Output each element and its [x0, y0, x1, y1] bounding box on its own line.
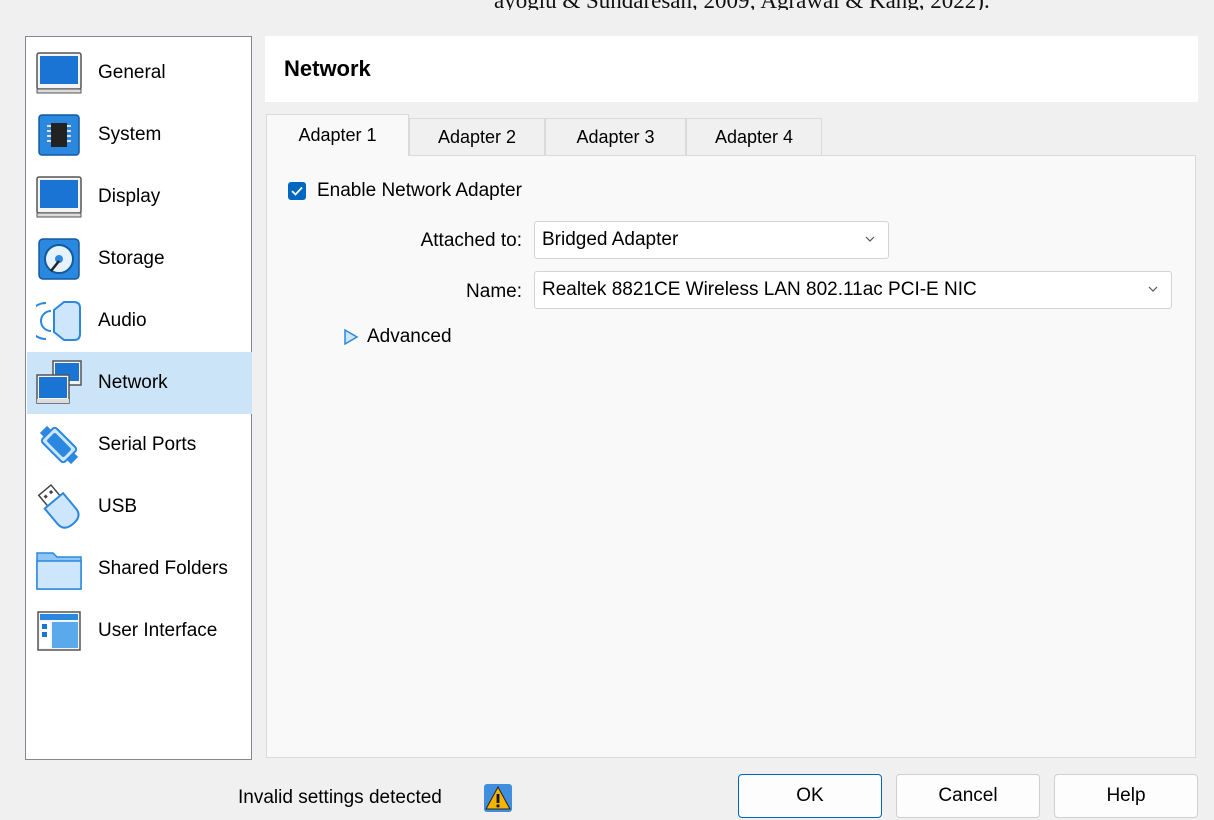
ok-button[interactable]: OK	[738, 774, 882, 818]
sidebar-item-general[interactable]: General	[27, 42, 252, 104]
sidebar-item-label: User Interface	[98, 620, 218, 641]
attached-to-label: Attached to:	[420, 230, 522, 251]
enable-adapter-checkbox[interactable]	[288, 182, 306, 200]
serial-port-icon	[34, 420, 84, 470]
sidebar-item-label: System	[98, 124, 162, 145]
tab-adapter-3[interactable]: Adapter 3	[545, 118, 686, 156]
advanced-label: Advanced	[367, 326, 452, 347]
general-monitor-icon	[34, 48, 84, 98]
enable-adapter-label: Enable Network Adapter	[317, 180, 522, 201]
expand-triangle-icon	[344, 328, 359, 346]
user-interface-icon	[34, 606, 84, 656]
sidebar-item-user-interface[interactable]: User Interface	[27, 600, 252, 662]
attached-to-value: Bridged Adapter	[542, 229, 679, 250]
sidebar-item-serial-ports[interactable]: Serial Ports	[27, 414, 252, 476]
sidebar-item-label: Serial Ports	[98, 434, 197, 455]
storage-disk-icon	[34, 234, 84, 284]
chevron-down-icon	[1148, 286, 1158, 292]
sidebar-item-network[interactable]: Network	[27, 352, 252, 414]
sidebar-item-label: Storage	[98, 248, 165, 269]
sidebar-item-audio[interactable]: Audio	[27, 290, 252, 352]
adapter-tabs: Adapter 1 Adapter 2 Adapter 3 Adapter 4	[266, 114, 822, 156]
sidebar-item-system[interactable]: System	[27, 104, 252, 166]
page-header: Network	[265, 36, 1198, 102]
folder-icon	[34, 544, 84, 594]
sidebar-item-label: Display	[98, 186, 161, 207]
settings-sidebar[interactable]: General System Display Storage Audio Net…	[25, 36, 252, 760]
system-chip-icon	[34, 110, 84, 160]
sidebar-item-usb[interactable]: USB	[27, 476, 252, 538]
advanced-expander[interactable]: Advanced	[343, 326, 452, 348]
sidebar-item-label: General	[98, 62, 166, 83]
tab-adapter-1[interactable]: Adapter 1	[266, 114, 409, 156]
attached-to-select[interactable]: Bridged Adapter	[534, 221, 889, 259]
sidebar-item-display[interactable]: Display	[27, 166, 252, 228]
invalid-settings-status: Invalid settings detected	[238, 787, 442, 808]
sidebar-item-label: Audio	[98, 310, 147, 331]
help-button[interactable]: Help	[1054, 774, 1198, 818]
adapter-name-value: Realtek 8821CE Wireless LAN 802.11ac PCI…	[542, 279, 977, 300]
sidebar-item-label: Network	[98, 372, 168, 393]
checkmark-icon	[291, 186, 303, 196]
tab-adapter-4[interactable]: Adapter 4	[686, 118, 822, 156]
cancel-button[interactable]: Cancel	[896, 774, 1040, 818]
warning-icon[interactable]	[484, 784, 512, 812]
display-monitor-icon	[34, 172, 84, 222]
usb-plug-icon	[34, 482, 84, 532]
audio-speaker-icon	[34, 296, 84, 346]
sidebar-item-label: Shared Folders	[98, 558, 228, 579]
sidebar-item-label: USB	[98, 496, 138, 517]
sidebar-item-shared-folders[interactable]: Shared Folders	[27, 538, 252, 600]
sidebar-item-storage[interactable]: Storage	[27, 228, 252, 290]
page-title: Network	[284, 56, 371, 81]
chevron-down-icon	[865, 236, 875, 242]
enable-adapter-row[interactable]: Enable Network Adapter	[288, 180, 522, 202]
name-label: Name:	[466, 281, 522, 302]
adapter-name-select[interactable]: Realtek 8821CE Wireless LAN 802.11ac PCI…	[534, 271, 1172, 309]
network-monitors-icon	[34, 358, 84, 408]
tab-adapter-2[interactable]: Adapter 2	[409, 118, 545, 156]
